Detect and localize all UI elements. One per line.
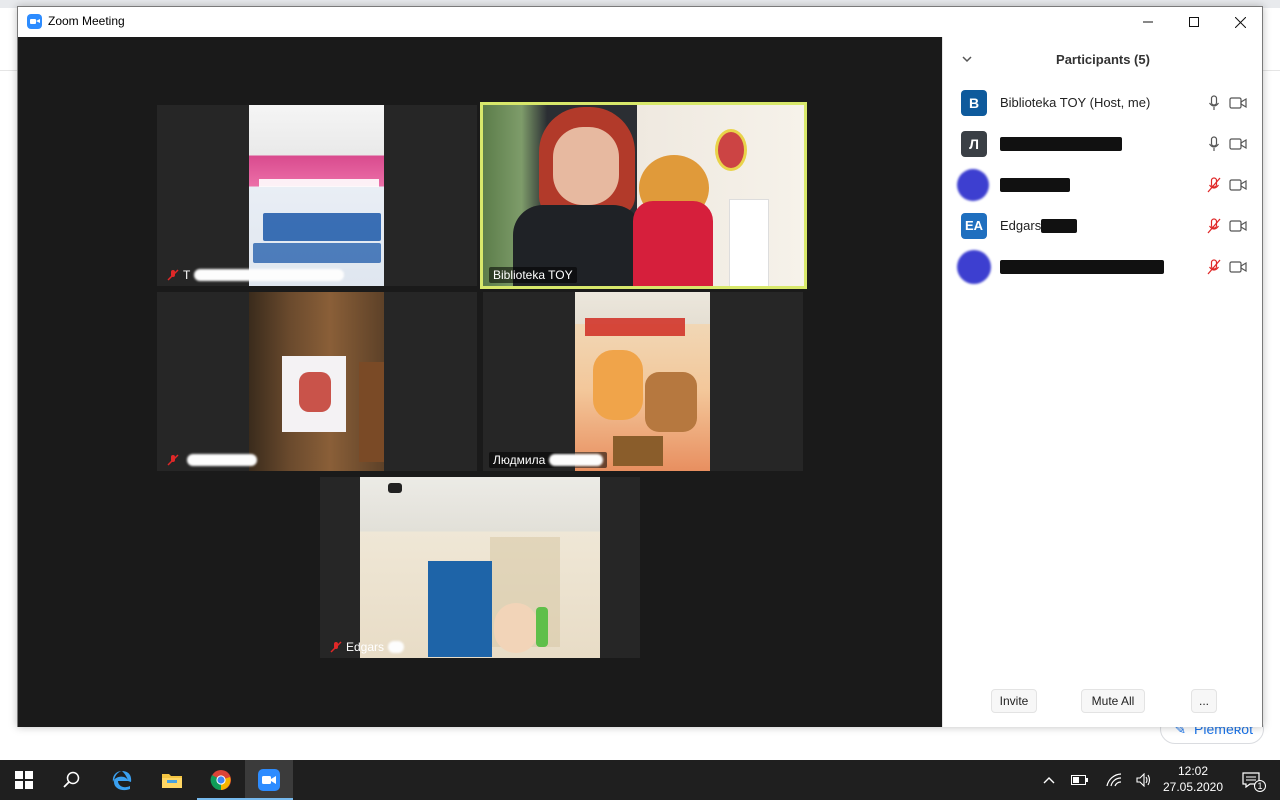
battery-tray-button[interactable]	[1068, 760, 1092, 800]
mic-muted-icon	[167, 454, 179, 466]
avatar	[957, 249, 991, 284]
avatar: Л	[961, 130, 987, 157]
file-explorer-taskbar-button[interactable]	[148, 760, 196, 800]
participant-name: Biblioteka TOY (Host, me)	[1000, 95, 1151, 110]
redaction-scribble	[388, 641, 405, 653]
participants-actions: Invite Mute All ...	[943, 689, 1263, 713]
edge-taskbar-button[interactable]	[98, 760, 146, 800]
zoom-window: Zoom Meeting T Biblioteka TOY Людмила Ed…	[17, 6, 1263, 727]
video-tile-active-speaker[interactable]: Biblioteka TOY	[480, 102, 807, 289]
battery-icon	[1071, 775, 1088, 785]
edge-icon	[112, 771, 132, 791]
avatar: B	[961, 89, 987, 116]
microphone-muted-icon[interactable]	[1207, 258, 1221, 275]
video-camera-icon[interactable]	[1229, 178, 1247, 192]
windows-logo-icon	[15, 771, 33, 789]
search-button[interactable]	[48, 760, 96, 800]
participant-name	[1000, 136, 1122, 151]
close-icon	[1234, 16, 1246, 28]
tile-name-tag	[163, 452, 261, 468]
invite-button[interactable]: Invite	[991, 689, 1037, 713]
taskbar: 12:02 27.05.2020 1	[0, 760, 1280, 800]
tile-name-tag: Людмила	[489, 452, 608, 468]
redaction-scribble	[187, 454, 257, 466]
show-hidden-icons-button[interactable]	[1038, 760, 1060, 800]
tile-name: Biblioteka TOY	[493, 268, 573, 282]
video-feed	[575, 292, 710, 471]
more-options-button[interactable]: ...	[1191, 689, 1217, 713]
minimize-button[interactable]	[1125, 7, 1171, 37]
microphone-muted-icon[interactable]	[1207, 217, 1221, 234]
volume-tray-button[interactable]	[1132, 760, 1156, 800]
action-center-button[interactable]: 1	[1234, 760, 1268, 800]
network-tray-button[interactable]	[1102, 760, 1126, 800]
video-camera-icon[interactable]	[1229, 137, 1247, 151]
search-icon	[63, 771, 80, 788]
participant-row[interactable]: EA Edgars	[943, 205, 1263, 246]
video-tile[interactable]: Людмила	[483, 292, 803, 471]
chrome-taskbar-button[interactable]	[197, 760, 245, 800]
participants-header: Participants (5)	[943, 37, 1263, 83]
wifi-icon	[1106, 773, 1122, 787]
maximize-icon	[1189, 17, 1199, 27]
microphone-icon[interactable]	[1207, 135, 1221, 152]
tile-name: T	[183, 268, 191, 282]
name-redaction	[1000, 136, 1122, 151]
participant-name: Edgars	[1000, 218, 1078, 233]
name-redaction	[1041, 218, 1078, 233]
window-title: Zoom Meeting	[48, 14, 125, 28]
title-bar[interactable]: Zoom Meeting	[18, 7, 1262, 37]
mute-all-button[interactable]: Mute All	[1081, 689, 1145, 713]
name-redaction	[1000, 259, 1164, 274]
participant-name	[1000, 259, 1164, 274]
zoom-icon	[258, 769, 280, 791]
video-feed	[483, 105, 804, 286]
video-tile[interactable]: Edgars	[320, 477, 640, 658]
microphone-icon[interactable]	[1207, 94, 1221, 111]
video-gallery: T Biblioteka TOY Людмила Edgars	[18, 37, 942, 727]
participants-title: Participants (5)	[1056, 52, 1150, 67]
tile-name-tag: Biblioteka TOY	[489, 267, 577, 283]
mic-muted-icon	[167, 269, 179, 281]
video-feed	[249, 105, 384, 286]
participants-panel: Participants (5) B Biblioteka TOY (Host,…	[942, 37, 1262, 727]
participant-row[interactable]	[943, 246, 1263, 287]
participant-name	[1000, 177, 1070, 192]
video-tile[interactable]: T	[157, 105, 477, 286]
zoom-taskbar-button[interactable]	[245, 760, 293, 800]
notification-count-badge: 1	[1254, 780, 1266, 792]
tile-name: Людмила	[493, 453, 546, 467]
speaker-icon	[1136, 773, 1151, 787]
folder-icon	[162, 774, 182, 788]
avatar: EA	[961, 212, 987, 239]
participant-row[interactable]: Л	[943, 123, 1263, 164]
video-camera-icon[interactable]	[1229, 96, 1247, 110]
tile-name-tag: T	[163, 267, 348, 283]
video-camera-icon[interactable]	[1229, 219, 1247, 233]
avatar	[957, 168, 989, 201]
mic-muted-icon	[330, 641, 342, 653]
zoom-app-icon	[27, 14, 42, 29]
video-feed	[249, 292, 384, 471]
start-button[interactable]	[0, 760, 48, 800]
redaction-scribble	[549, 454, 604, 466]
maximize-button[interactable]	[1171, 7, 1217, 37]
chevron-up-icon	[1043, 777, 1055, 784]
video-camera-icon[interactable]	[1229, 260, 1247, 274]
redaction-scribble	[194, 269, 345, 281]
microphone-muted-icon[interactable]	[1207, 176, 1221, 193]
tile-name-tag: Edgars	[326, 639, 408, 655]
clock-date: 27.05.2020	[1162, 780, 1224, 794]
participant-row[interactable]: B Biblioteka TOY (Host, me)	[943, 82, 1263, 123]
clock-time: 12:02	[1177, 764, 1209, 778]
taskbar-clock[interactable]: 12:02 27.05.2020	[1160, 763, 1226, 795]
close-button[interactable]	[1217, 7, 1263, 37]
participant-row[interactable]	[943, 164, 1263, 205]
minimize-icon	[1143, 21, 1153, 23]
video-tile[interactable]	[157, 292, 477, 471]
name-redaction	[1000, 177, 1070, 192]
tile-name: Edgars	[346, 640, 385, 654]
video-feed	[360, 477, 600, 658]
chrome-icon	[210, 770, 231, 791]
